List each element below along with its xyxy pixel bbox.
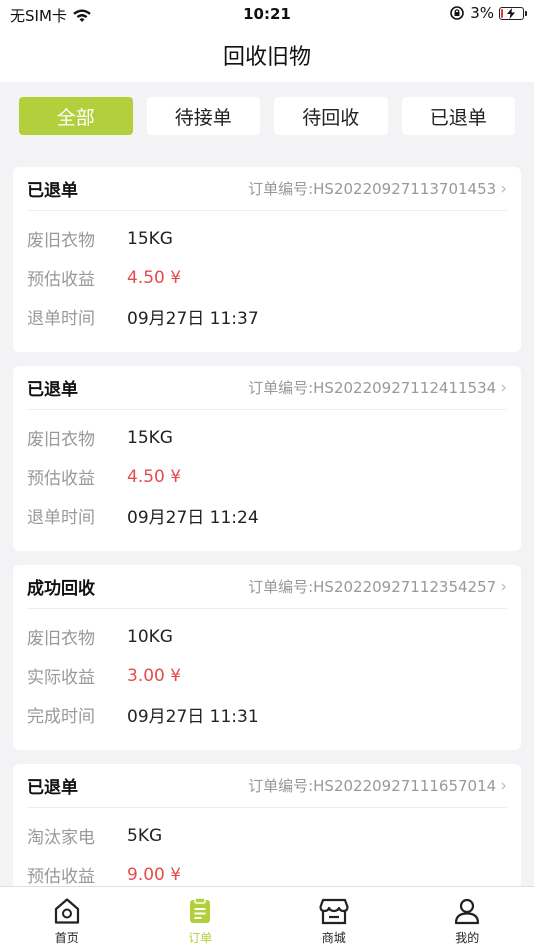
chevron-right-icon: ›: [500, 775, 507, 796]
order-number: 订单编号:HS20220927111657014: [248, 777, 497, 795]
earnings-value: 4.50 ¥: [127, 466, 182, 487]
battery-icon: [499, 6, 527, 20]
store-icon: [319, 898, 349, 925]
order-card[interactable]: 已退单 订单编号:HS20220927113701453 › 废旧衣物 15KG…: [13, 167, 521, 352]
order-row: 实际收益 3.00 ¥: [27, 656, 507, 695]
order-card-header: 已退单 订单编号:HS20220927111657014 ›: [27, 764, 507, 808]
order-card-header: 已退单 订单编号:HS20220927113701453 ›: [27, 167, 507, 211]
order-row: 预估收益 4.50 ¥: [27, 258, 507, 297]
order-card[interactable]: 已退单 订单编号:HS20220927112411534 › 废旧衣物 15KG…: [13, 366, 521, 551]
row-value: 15KG: [127, 228, 173, 249]
tab-cancelled[interactable]: 已退单: [401, 97, 515, 135]
row-label: 废旧衣物: [27, 231, 95, 251]
tab-orders[interactable]: 订单: [134, 887, 268, 950]
tab-label: 我的: [455, 931, 480, 945]
order-status: 成功回收: [27, 579, 95, 599]
chevron-right-icon: ›: [500, 576, 507, 597]
row-label: 预估收益: [27, 469, 95, 489]
order-number-link[interactable]: 订单编号:HS20220927111657014 ›: [248, 775, 507, 796]
order-row: 废旧衣物 15KG: [27, 219, 507, 258]
row-value: 5KG: [127, 825, 163, 846]
tab-label: 商城: [321, 931, 346, 945]
order-card-header: 已退单 订单编号:HS20220927112411534 ›: [27, 366, 507, 410]
filter-tabs: 全部 待接单 待回收 已退单: [0, 82, 534, 152]
row-label: 预估收益: [27, 270, 95, 290]
order-number: 订单编号:HS20220927112411534: [248, 379, 497, 397]
order-row: 废旧衣物 15KG: [27, 418, 507, 457]
row-value: 09月27日 11:37: [127, 309, 259, 329]
page-title: 回收旧物: [222, 45, 311, 70]
tab-label: 首页: [54, 931, 79, 945]
chevron-right-icon: ›: [500, 178, 507, 199]
order-number-link[interactable]: 订单编号:HS20220927112354257 ›: [248, 576, 507, 597]
tab-pending-recycle[interactable]: 待回收: [274, 97, 388, 135]
tab-pending-accept[interactable]: 待接单: [146, 97, 260, 135]
order-number-link[interactable]: 订单编号:HS20220927113701453 ›: [248, 178, 507, 199]
status-bar: 无SIM卡 10:21 3%: [0, 0, 534, 28]
order-status: 已退单: [27, 380, 78, 400]
row-value: 09月27日 11:24: [127, 508, 259, 528]
order-number-link[interactable]: 订单编号:HS20220927112411534 ›: [248, 377, 507, 398]
status-right: 3%: [449, 4, 527, 22]
row-label: 退单时间: [27, 309, 95, 329]
tab-store[interactable]: 商城: [267, 887, 401, 950]
home-icon: [54, 898, 79, 924]
row-label: 废旧衣物: [27, 629, 95, 649]
row-label: 淘汰家电: [27, 828, 95, 848]
order-row: 废旧衣物 10KG: [27, 617, 507, 656]
nav-bar: 回收旧物: [0, 28, 534, 82]
profile-icon: [455, 898, 480, 925]
order-card-header: 成功回收 订单编号:HS20220927112354257 ›: [27, 565, 507, 609]
tab-home[interactable]: 首页: [0, 887, 134, 950]
order-card[interactable]: 已退单 订单编号:HS20220927111657014 › 淘汰家电 5KG …: [13, 764, 521, 904]
row-value: 15KG: [127, 427, 173, 448]
earnings-value: 3.00 ¥: [127, 665, 182, 686]
row-value: 09月27日 11:31: [127, 707, 259, 727]
order-row: 淘汰家电 5KG: [27, 816, 507, 855]
row-label: 废旧衣物: [27, 430, 95, 450]
order-number: 订单编号:HS20220927112354257: [248, 578, 497, 596]
tab-profile[interactable]: 我的: [401, 887, 534, 950]
row-label: 完成时间: [27, 707, 95, 727]
row-value: 10KG: [127, 626, 173, 647]
battery-fill: [501, 8, 503, 18]
order-card[interactable]: 成功回收 订单编号:HS20220927112354257 › 废旧衣物 10K…: [13, 565, 521, 750]
order-number: 订单编号:HS20220927113701453: [248, 180, 497, 198]
order-row: 完成时间 09月27日 11:31: [27, 695, 507, 734]
order-row: 退单时间 09月27日 11:24: [27, 496, 507, 535]
chevron-right-icon: ›: [500, 377, 507, 398]
order-icon: [190, 897, 211, 923]
earnings-value: 9.00 ¥: [127, 864, 182, 885]
row-label: 退单时间: [27, 508, 95, 528]
order-row: 退单时间 09月27日 11:37: [27, 297, 507, 336]
tab-all[interactable]: 全部: [19, 97, 133, 135]
charging-bolt-icon: [507, 7, 515, 19]
order-status: 已退单: [27, 778, 78, 798]
order-status: 已退单: [27, 181, 78, 201]
order-row: 预估收益 4.50 ¥: [27, 457, 507, 496]
earnings-value: 4.50 ¥: [127, 267, 182, 288]
tab-label: 订单: [188, 931, 213, 945]
battery-percent: 3%: [470, 4, 494, 22]
row-label: 实际收益: [27, 668, 95, 688]
rotation-lock-icon: [450, 6, 465, 20]
row-label: 预估收益: [27, 867, 95, 887]
bottom-tab-bar: 首页 订单 商城 我的: [0, 886, 534, 950]
